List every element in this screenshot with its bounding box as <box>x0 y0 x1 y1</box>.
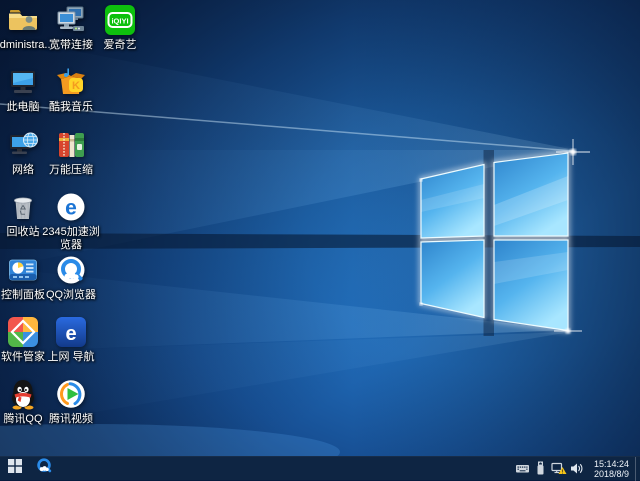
kuwo-music-icon: K <box>55 66 87 98</box>
network-warning-icon[interactable]: ! <box>550 457 568 481</box>
svg-text:K: K <box>72 80 80 92</box>
desktop-icon-label: 酷我音乐 <box>49 101 93 113</box>
control-panel-icon <box>7 254 39 286</box>
desktop-icon-iqiyi[interactable]: iQIYI 爱奇艺 <box>88 4 152 52</box>
broadband-connection-icon <box>55 4 87 36</box>
web-navigation-icon: e <box>55 316 87 348</box>
desktop-icon-label: 爱奇艺 <box>103 39 137 51</box>
tencent-qq-icon <box>7 378 39 410</box>
tencent-video-icon <box>55 378 87 410</box>
administrator-folder-icon <box>7 4 39 36</box>
start-button[interactable] <box>0 457 30 481</box>
svg-text:e: e <box>65 323 76 345</box>
usb-device-icon[interactable] <box>532 457 550 481</box>
iqiyi-icon: iQIYI <box>104 4 136 36</box>
windows-logo-icon <box>8 459 22 478</box>
qq-browser-icon <box>35 457 53 480</box>
svg-text:!: ! <box>562 469 564 475</box>
touch-keyboard-icon[interactable] <box>514 457 532 481</box>
desktop-icon-qq-browser[interactable]: QQ浏览器 <box>39 254 103 302</box>
desktop-icon-label: 万能压缩 <box>49 164 93 176</box>
desktop-icon-universal-zip[interactable]: 万能压缩 <box>39 129 103 177</box>
svg-text:e: e <box>65 197 77 220</box>
desktop-icon-label: QQ浏览器 <box>45 289 97 301</box>
recycle-bin-icon <box>7 191 39 223</box>
qq-browser-icon <box>55 254 87 286</box>
desktop-icon-kuwo-music[interactable]: K 酷我音乐 <box>39 66 103 114</box>
desktop-background: Administra... 宽带连接 iQIYI <box>0 0 640 456</box>
taskbar: ! 15:14:24 2018/8/9 <box>0 456 640 481</box>
desktop-icon-label: 2345加速浏览器 <box>42 226 100 251</box>
show-desktop-button[interactable] <box>635 456 640 481</box>
this-pc-icon <box>7 66 39 98</box>
svg-text:iQIYI: iQIYI <box>111 17 128 26</box>
volume-icon[interactable] <box>568 457 586 481</box>
clock-time: 15:14:24 <box>593 458 629 469</box>
network-icon <box>7 129 39 161</box>
desktop-icon-web-navigation[interactable]: e 上网 导航 <box>39 316 103 364</box>
desktop-icon-label: 腾讯视频 <box>49 413 93 425</box>
taskbar-qq-browser-button[interactable] <box>30 457 58 481</box>
2345-browser-icon: e <box>55 191 87 223</box>
universal-zip-icon <box>55 129 87 161</box>
desktop-icon-2345-browser[interactable]: e 2345加速浏览器 <box>39 191 103 252</box>
desktop-icon-label: 上网 导航 <box>47 351 95 363</box>
desktop-icon-tencent-video[interactable]: 腾讯视频 <box>39 378 103 426</box>
system-tray: ! 15:14:24 2018/8/9 <box>514 456 640 481</box>
taskbar-clock[interactable]: 15:14:24 2018/8/9 <box>586 459 635 479</box>
clock-date: 2018/8/9 <box>593 468 629 479</box>
software-manager-icon <box>7 316 39 348</box>
